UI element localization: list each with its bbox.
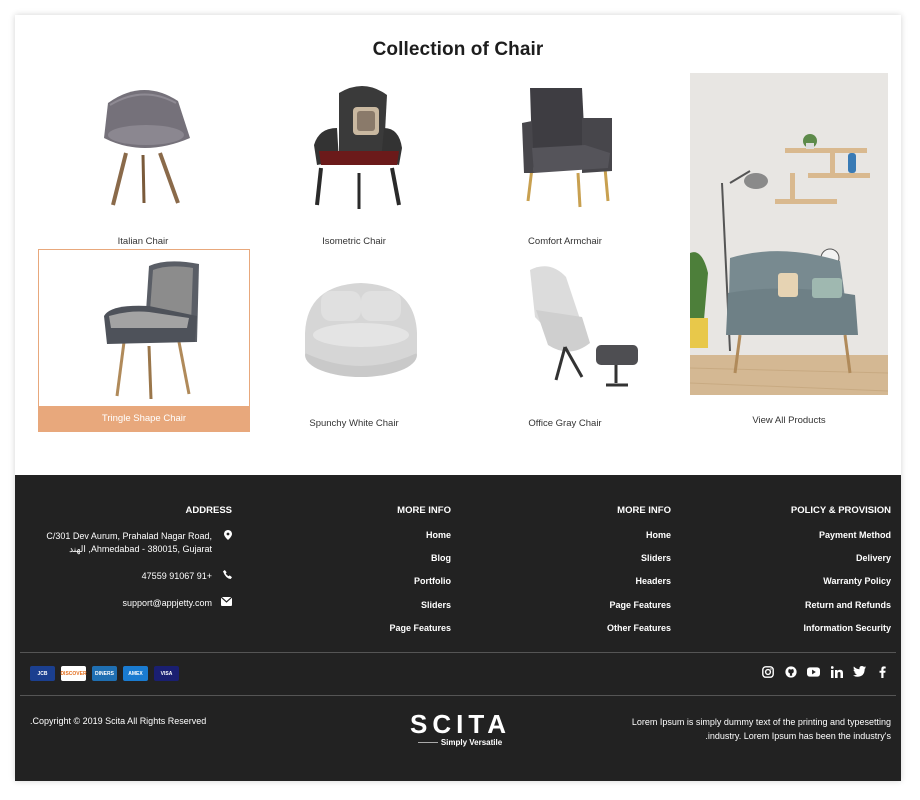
- product-card-isometric-chair[interactable]: Isometric Chair: [249, 73, 459, 253]
- tringle-shape-chair-image: [104, 261, 199, 400]
- instagram-icon[interactable]: [761, 665, 774, 678]
- social-icons: [761, 665, 889, 678]
- footer-policy-column: POLICY & PROVISION Payment Method Delive…: [731, 505, 891, 646]
- linkedin-icon[interactable]: [830, 665, 843, 678]
- footer-link-return-refunds[interactable]: Return and Refunds: [731, 600, 891, 623]
- footer-divider: [20, 695, 896, 696]
- page-frame: Collection of Chair Italian Chair Isomet…: [15, 15, 901, 781]
- footer-more-info-column-2: MORE INFO Home Sliders Headers Page Feat…: [511, 505, 671, 646]
- footer-link-headers[interactable]: Headers: [511, 576, 671, 599]
- footer-description-line-1: Lorem Ipsum is simply dummy text of the …: [631, 717, 891, 727]
- brand-tagline: Simply Versatile: [440, 738, 503, 747]
- footer-link-information-security[interactable]: Information Security: [731, 623, 891, 646]
- envelope-icon: [212, 596, 233, 608]
- address-line-2: الهند ,Ahmedabad - 380015, Gujarat: [69, 544, 212, 554]
- product-name[interactable]: Isometric Chair: [249, 236, 459, 247]
- phone-number[interactable]: 47559 91067 91+: [142, 570, 212, 583]
- footer: ADDRESS C/301 Dev Aurum, Prahalad Nagar …: [15, 475, 901, 781]
- more-info-heading: MORE INFO: [397, 505, 451, 516]
- footer-link-home[interactable]: Home: [291, 530, 451, 553]
- isometric-chair-image: [314, 85, 402, 209]
- italian-chair-image: [104, 89, 190, 206]
- product-name[interactable]: Tringle Shape Chair: [39, 406, 249, 431]
- brand-logo[interactable]: SCITA Simply Versatile: [410, 711, 510, 747]
- footer-link-portfolio[interactable]: Portfolio: [291, 576, 451, 599]
- footer-link-page-features[interactable]: Page Features: [291, 623, 451, 646]
- footer-link-warranty-policy[interactable]: Warranty Policy: [731, 576, 891, 599]
- footer-link-home[interactable]: Home: [511, 530, 671, 553]
- footer-link-sliders[interactable]: Sliders: [291, 600, 451, 623]
- product-name[interactable]: Spunchy White Chair: [249, 418, 459, 429]
- living-room-armchair-image: [690, 73, 888, 395]
- map-pin-icon: [212, 530, 232, 542]
- payment-cards: JCB DISCOVER DINERS AMEX VISA: [30, 666, 179, 681]
- phone-icon: [212, 570, 232, 581]
- product-name[interactable]: Office Gray Chair: [460, 418, 670, 429]
- product-card-spunchy-white-chair[interactable]: Spunchy White Chair: [249, 255, 459, 435]
- address-line-1: C/301 Dev Aurum, Prahalad Nagar Road,: [46, 531, 212, 541]
- phone-row[interactable]: 47559 91067 91+: [30, 570, 232, 583]
- diners-card-icon: DINERS: [92, 666, 117, 681]
- product-name[interactable]: Comfort Armchair: [460, 236, 670, 247]
- footer-link-other-features[interactable]: Other Features: [511, 623, 671, 646]
- email-row[interactable]: support@appjetty.com: [30, 596, 233, 610]
- visa-card-icon: VISA: [154, 666, 179, 681]
- product-name[interactable]: Italian Chair: [38, 236, 248, 247]
- section-title: Collection of Chair: [372, 39, 544, 60]
- brand-tagline-row: Simply Versatile: [410, 738, 510, 747]
- amex-card-icon: AMEX: [123, 666, 148, 681]
- footer-divider: [20, 652, 896, 653]
- copyright-text: .Copyright © 2019 Scita All Rights Reser…: [30, 716, 207, 726]
- footer-link-page-features[interactable]: Page Features: [511, 600, 671, 623]
- comfort-armchair-image: [522, 88, 612, 208]
- office-gray-chair-image: [530, 266, 638, 387]
- footer-more-info-column-1: MORE INFO Home Blog Portfolio Sliders Pa…: [291, 505, 451, 646]
- address-row: C/301 Dev Aurum, Prahalad Nagar Road, ال…: [30, 530, 232, 556]
- footer-link-blog[interactable]: Blog: [291, 553, 451, 576]
- address-heading: ADDRESS: [185, 505, 232, 516]
- footer-address-column: ADDRESS C/301 Dev Aurum, Prahalad Nagar …: [30, 505, 233, 624]
- youtube-icon[interactable]: [807, 665, 820, 678]
- github-icon[interactable]: [784, 665, 797, 678]
- facebook-icon[interactable]: [876, 665, 889, 678]
- product-card-tringle-shape-chair[interactable]: Tringle Shape Chair: [38, 249, 250, 432]
- product-card-office-gray-chair[interactable]: Office Gray Chair: [460, 255, 670, 435]
- product-card-italian-chair[interactable]: Italian Chair: [38, 73, 248, 253]
- hero-room-image[interactable]: [690, 73, 888, 395]
- footer-link-payment-method[interactable]: Payment Method: [731, 530, 891, 553]
- discover-card-icon: DISCOVER: [60, 666, 87, 681]
- spunchy-white-chair-image: [305, 283, 417, 377]
- brand-name: SCITA: [410, 709, 512, 739]
- footer-description-line-2: .industry. Lorem Ipsum has been the indu…: [705, 731, 891, 741]
- footer-link-sliders[interactable]: Sliders: [511, 553, 671, 576]
- product-card-comfort-armchair[interactable]: Comfort Armchair: [460, 73, 670, 253]
- footer-link-delivery[interactable]: Delivery: [731, 553, 891, 576]
- email-address[interactable]: support@appjetty.com: [122, 597, 212, 610]
- policy-heading: POLICY & PROVISION: [790, 505, 891, 516]
- footer-description: Lorem Ipsum is simply dummy text of the …: [591, 715, 891, 743]
- jcb-card-icon: JCB: [30, 666, 55, 681]
- more-info-heading: MORE INFO: [617, 505, 671, 516]
- view-all-products-link[interactable]: View All Products: [690, 415, 888, 426]
- twitter-icon[interactable]: [853, 665, 866, 678]
